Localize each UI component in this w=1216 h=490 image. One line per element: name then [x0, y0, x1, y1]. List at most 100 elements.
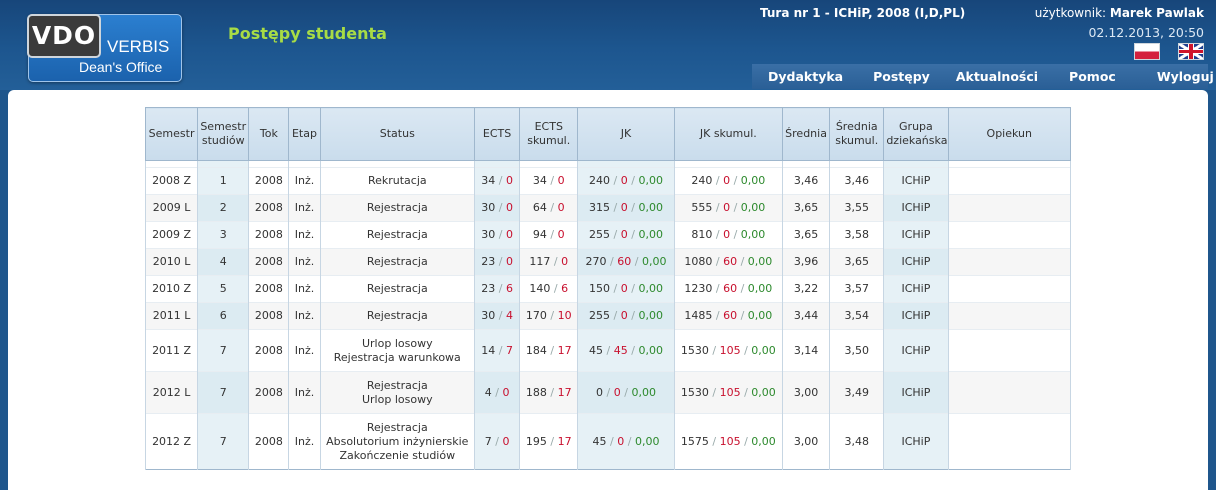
cell-opiekun	[947, 248, 1072, 276]
cell-grupa: ICHiP	[883, 167, 949, 195]
cell-jk-value: 0	[620, 282, 628, 295]
separator: /	[491, 385, 503, 399]
cell-tok: 2008	[248, 221, 290, 249]
separator: /	[712, 174, 724, 187]
cell-etap: Inż.	[288, 329, 321, 372]
content-panel: Semestr Semestr studiów Tok Etap Status …	[8, 90, 1208, 490]
cell-jk-value: 150	[589, 282, 611, 295]
cell-jk: 0 / 0 / 0,00	[577, 371, 675, 414]
cell-jk: 240 / 0 / 0,00	[577, 167, 675, 195]
cell-ects-skumul-value: 188	[525, 385, 547, 399]
cell-opiekun	[947, 194, 1072, 222]
cell-semestr-studiow: 1	[197, 167, 250, 195]
cell-ects: 34 / 0	[474, 167, 521, 195]
col-opiekun[interactable]: Opiekun	[947, 107, 1072, 161]
cell-tok: 2008	[248, 302, 290, 330]
col-srednia-skumul[interactable]: Średnia skumul.	[829, 107, 885, 161]
cell-semestr-studiow: 5	[197, 275, 250, 303]
cell-jk-skumul-value: 0,00	[751, 385, 776, 399]
status-line: Rejestracja	[366, 201, 428, 214]
cell-jk-skumul: 1575 / 105 / 0,00	[673, 413, 784, 470]
col-ects-skumul[interactable]: ECTS skumul.	[519, 107, 579, 161]
col-grupa[interactable]: Grupa dziekańska	[883, 107, 949, 161]
cell-jk-skumul-value: 60	[723, 255, 738, 268]
tura-info: Tura nr 1 - ICHiP, 2008 (I,D,PL)	[760, 6, 966, 20]
separator: /	[495, 228, 506, 241]
col-semestr[interactable]: Semestr	[144, 107, 199, 161]
status-line: Rejestracja	[366, 282, 428, 295]
cell-jk-skumul-value: 0,00	[740, 174, 766, 187]
cell-grupa: ICHiP	[883, 194, 949, 222]
cell-srednia: 3,14	[781, 329, 831, 372]
cell-ects-skumul-value: 0	[557, 201, 565, 214]
polish-flag-icon[interactable]	[1133, 43, 1160, 60]
nav-pomoc[interactable]: Pomoc	[1069, 64, 1116, 89]
cell-jk-skumul-value: 0,00	[740, 228, 766, 241]
nav-wyloguj[interactable]: Wyloguj	[1157, 64, 1214, 89]
vdo-verbis-logo[interactable]: VDO VERBIS Dean's Office	[27, 14, 182, 82]
separator: /	[712, 201, 724, 214]
cell-jk-skumul: 1230 / 60 / 0,00	[673, 275, 784, 303]
separator: /	[708, 434, 720, 448]
cell-semestr: 2011 L	[144, 302, 199, 330]
separator: /	[624, 434, 635, 448]
user-name: Marek Pawlak	[1109, 6, 1204, 20]
cell-jk-skumul-value: 105	[719, 385, 741, 399]
cell-jk-value: 0,00	[638, 309, 663, 322]
cell-jk-skumul-value: 0,00	[747, 282, 773, 295]
cell-ects-skumul: 64 / 0	[519, 194, 579, 222]
cell-srednia: 3,46	[781, 167, 831, 195]
nav-dydaktyka[interactable]: Dydaktyka	[768, 64, 843, 89]
cell-ects-skumul-value: 170	[525, 309, 547, 322]
cell-srednia: 3,00	[781, 413, 831, 470]
cell-jk-skumul: 240 / 0 / 0,00	[673, 167, 784, 195]
cell-srednia-skumul: 3,49	[829, 371, 885, 414]
cell-ects-skumul-value: 0	[557, 174, 565, 187]
separator: /	[495, 255, 506, 268]
col-status[interactable]: Status	[319, 107, 476, 161]
english-flag-icon[interactable]	[1178, 43, 1204, 60]
cell-etap: Inż.	[288, 413, 321, 470]
separator: /	[610, 309, 621, 322]
cell-grupa: ICHiP	[883, 302, 949, 330]
cell-jk-skumul-value: 60	[723, 282, 738, 295]
cell-grupa: ICHiP	[883, 329, 949, 372]
cell-grupa: ICHiP	[883, 221, 949, 249]
separator: /	[730, 174, 741, 187]
status-line: Urlop losowy	[361, 336, 433, 350]
cell-jk: 150 / 0 / 0,00	[577, 275, 675, 303]
col-jk-skumul[interactable]: JK skumul.	[673, 107, 784, 161]
cell-ects-skumul-value: 184	[525, 343, 547, 357]
separator: /	[495, 282, 506, 295]
cell-srednia-skumul: 3,58	[829, 221, 885, 249]
cell-jk-value: 315	[589, 201, 611, 214]
col-jk[interactable]: JK	[577, 107, 675, 161]
cell-jk-skumul-value: 555	[691, 201, 713, 214]
col-srednia[interactable]: Średnia	[781, 107, 831, 161]
col-semestr-studiow[interactable]: Semestr studiów	[197, 107, 250, 161]
cell-ects-skumul: 184 / 17	[519, 329, 579, 372]
nav-postepy[interactable]: Postępy	[873, 64, 930, 89]
user-info: użytkownik: Marek Pawlak	[1035, 6, 1204, 20]
cell-srednia-skumul: 3,57	[829, 275, 885, 303]
nav-aktualnosci[interactable]: Aktualności	[956, 64, 1038, 89]
cell-etap: Inż.	[288, 371, 321, 414]
cell-grupa: ICHiP	[883, 275, 949, 303]
separator: /	[610, 201, 621, 214]
cell-etap: Inż.	[288, 275, 321, 303]
cell-ects-skumul-value: 17	[557, 385, 572, 399]
cell-srednia-skumul: 3,48	[829, 413, 885, 470]
cell-jk-skumul: 1530 / 105 / 0,00	[673, 329, 784, 372]
cell-jk: 45 / 45 / 0,00	[577, 329, 675, 372]
status-line: Rejestracja	[366, 309, 428, 322]
separator: /	[610, 174, 621, 187]
datetime: 02.12.2013, 20:50	[1088, 25, 1204, 40]
col-tok[interactable]: Tok	[248, 107, 290, 161]
separator: /	[495, 309, 506, 322]
separator: /	[491, 434, 503, 448]
cell-opiekun	[947, 167, 1072, 195]
cell-tok: 2008	[248, 248, 290, 276]
col-ects[interactable]: ECTS	[474, 107, 521, 161]
cell-etap: Inż.	[288, 194, 321, 222]
col-etap[interactable]: Etap	[288, 107, 321, 161]
